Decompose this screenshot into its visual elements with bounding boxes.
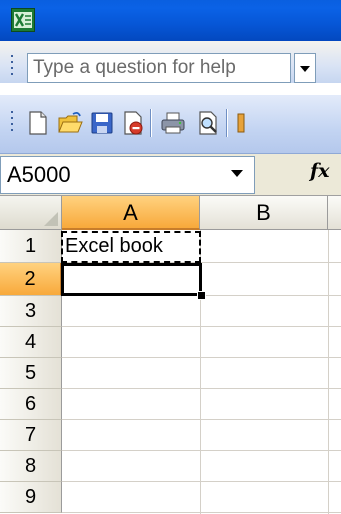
help-search-input[interactable]: Type a question for help	[27, 53, 291, 83]
excel-app-icon[interactable]	[11, 8, 35, 32]
formula-bar: A5000 fx	[0, 154, 341, 196]
print-preview-icon[interactable]	[196, 110, 222, 136]
row-header-5[interactable]: 5	[0, 358, 62, 389]
help-dropdown-button[interactable]	[294, 53, 316, 83]
save-icon[interactable]	[89, 110, 115, 136]
row-header-2[interactable]: 2	[0, 263, 62, 296]
new-document-icon[interactable]	[25, 110, 51, 136]
research-icon[interactable]	[236, 110, 262, 136]
row-header-3[interactable]: 3	[0, 296, 62, 327]
fill-handle[interactable]	[197, 291, 206, 300]
row-header-9[interactable]: 9	[0, 482, 62, 513]
title-bar	[0, 0, 341, 41]
column-header-b[interactable]: B	[200, 196, 328, 230]
name-box-input[interactable]: A5000	[0, 156, 255, 194]
toolbar-grip-icon[interactable]	[11, 111, 14, 137]
standard-toolbar	[0, 95, 341, 154]
menu-bar: Type a question for help	[0, 41, 341, 83]
row-header-8[interactable]: 8	[0, 451, 62, 482]
column-header-a[interactable]: A	[62, 196, 200, 230]
open-folder-icon[interactable]	[57, 110, 83, 136]
toolbar-grip-icon[interactable]	[11, 55, 14, 81]
row-header-4[interactable]: 4	[0, 327, 62, 358]
chevron-down-icon[interactable]	[231, 170, 243, 177]
row-header-7[interactable]: 7	[0, 420, 62, 451]
print-icon[interactable]	[160, 110, 186, 136]
column-header-c[interactable]	[328, 196, 341, 230]
permission-icon[interactable]	[120, 110, 146, 136]
row-header-1[interactable]: 1	[0, 230, 62, 263]
copy-marquee	[61, 231, 201, 263]
active-cell-a2[interactable]	[61, 263, 202, 296]
insert-function-icon[interactable]: fx	[310, 160, 330, 182]
worksheet-grid[interactable]: A B 1 2 3 4 5 6 7 8 9 Excel book	[0, 196, 341, 514]
row-header-6[interactable]: 6	[0, 389, 62, 420]
select-all-button[interactable]	[0, 196, 62, 230]
